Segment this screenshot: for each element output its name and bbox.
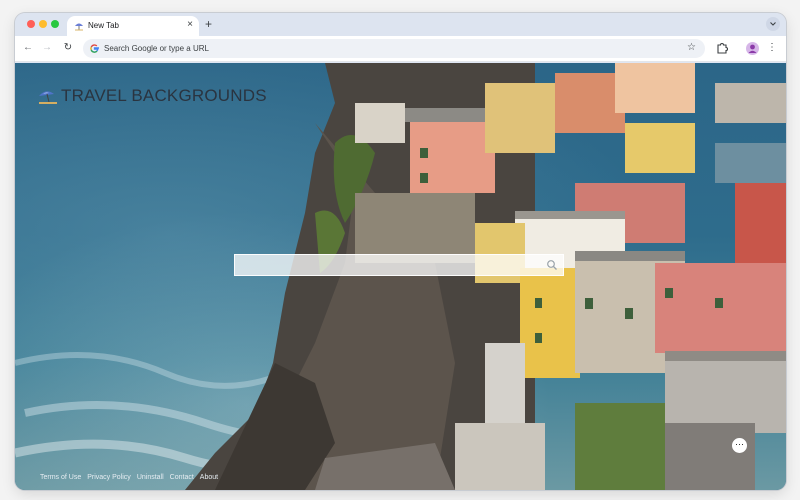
tab-new-tab[interactable]: New Tab × — [67, 16, 199, 37]
avatar-face-icon — [748, 44, 757, 53]
close-window-button[interactable] — [27, 20, 35, 28]
coastal-village-photo — [15, 63, 786, 490]
omnibox-placeholder: Search Google or type a URL — [104, 44, 209, 53]
avatar-icon[interactable] — [746, 42, 759, 55]
beach-umbrella-icon — [39, 91, 57, 104]
chevron-down-icon — [770, 22, 776, 26]
footer-links: Terms of Use Privacy Policy Uninstall Co… — [40, 473, 218, 483]
reload-button[interactable]: ↻ — [61, 41, 75, 55]
brand-name: TRAVEL BACKGROUNDS — [61, 86, 267, 105]
search-field[interactable] — [234, 254, 564, 276]
toolbar: ← → ↻ Search Google or type a URL ☆ ⋮ — [15, 36, 786, 62]
maximize-window-button[interactable] — [51, 20, 59, 28]
tab-title: New Tab — [88, 21, 119, 30]
star-icon[interactable]: ☆ — [687, 41, 696, 55]
search-input[interactable] — [235, 255, 563, 276]
terms-link[interactable]: Terms of Use — [40, 473, 81, 483]
google-g-icon — [90, 44, 99, 53]
tab-strip: New Tab × + — [15, 13, 786, 37]
uninstall-link[interactable]: Uninstall — [137, 473, 164, 483]
tab-search-button[interactable] — [766, 17, 780, 31]
search-icon[interactable] — [546, 259, 558, 271]
about-link[interactable]: About — [200, 473, 218, 483]
forward-button[interactable]: → — [40, 41, 54, 55]
puzzle-icon[interactable] — [716, 41, 728, 55]
new-tab-page: TRAVEL BACKGROUNDS Terms of Use Privacy … — [15, 63, 786, 490]
omnibox[interactable]: Search Google or type a URL ☆ — [83, 39, 705, 58]
back-button[interactable]: ← — [21, 41, 35, 55]
contact-link[interactable]: Contact — [170, 473, 194, 483]
tab-close-icon[interactable]: × — [187, 19, 193, 31]
browser-window: New Tab × + ← → ↻ Search Google or type … — [15, 13, 786, 490]
more-options-button[interactable]: ⋯ — [732, 438, 747, 453]
travel-favicon-icon — [75, 23, 83, 31]
new-tab-button[interactable]: + — [205, 16, 212, 32]
minimize-window-button[interactable] — [39, 20, 47, 28]
browser-menu-button[interactable]: ⋮ — [767, 40, 777, 56]
privacy-link[interactable]: Privacy Policy — [87, 473, 131, 483]
